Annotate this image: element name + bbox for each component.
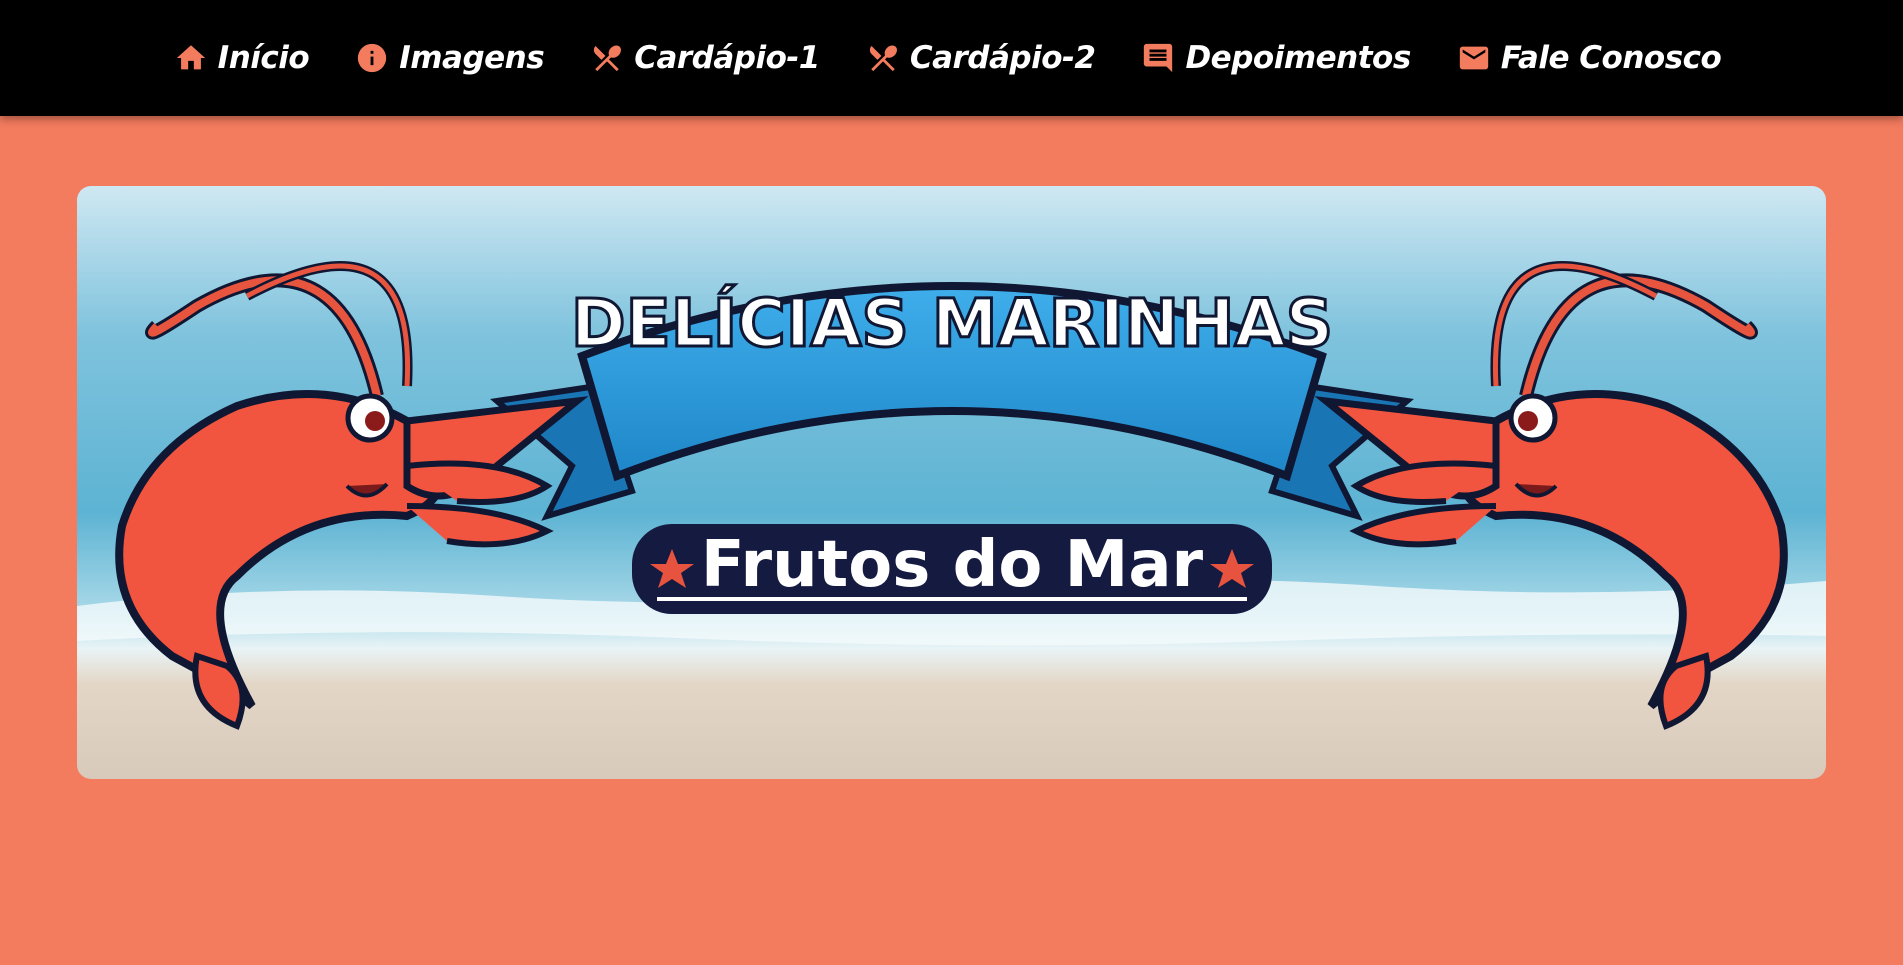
- subtitle-label: Frutos do Mar: [632, 524, 1272, 614]
- banner-illustration: DELÍCIAS MARINHAS Frutos do Mar: [77, 186, 1826, 779]
- nav-item-cardapio-1[interactable]: Cardápio-1: [590, 40, 820, 76]
- nav-item-cardapio-2[interactable]: Cardápio-2: [866, 40, 1096, 76]
- nav-item-inicio[interactable]: Início: [174, 40, 310, 76]
- banner-title: DELÍCIAS MARINHAS: [571, 284, 1333, 362]
- nav-label-fale-conosco: Fale Conosco: [1500, 40, 1722, 76]
- utensils-icon: [866, 41, 900, 75]
- top-navbar: Início Imagens Cardápio-1 Cardápio-2 Dep…: [0, 0, 1903, 116]
- nav-item-depoimentos[interactable]: Depoimentos: [1141, 40, 1411, 76]
- nav-item-imagens[interactable]: Imagens: [355, 40, 545, 76]
- comment-icon: [1141, 41, 1175, 75]
- nav-label-imagens: Imagens: [399, 40, 545, 76]
- nav-list: Início Imagens Cardápio-1 Cardápio-2 Dep…: [151, 40, 1745, 76]
- hero-banner: DELÍCIAS MARINHAS Frutos do Mar: [77, 186, 1826, 779]
- info-icon: [355, 41, 389, 75]
- mail-icon: [1457, 41, 1491, 75]
- utensils-icon: [590, 41, 624, 75]
- nav-label-cardapio-1: Cardápio-1: [634, 40, 820, 76]
- nav-label-depoimentos: Depoimentos: [1185, 40, 1411, 76]
- nav-label-inicio: Início: [217, 40, 310, 76]
- home-icon: [174, 41, 208, 75]
- nav-label-cardapio-2: Cardápio-2: [909, 40, 1096, 76]
- nav-item-fale-conosco[interactable]: Fale Conosco: [1457, 40, 1722, 76]
- banner-subtitle: Frutos do Mar: [701, 528, 1204, 602]
